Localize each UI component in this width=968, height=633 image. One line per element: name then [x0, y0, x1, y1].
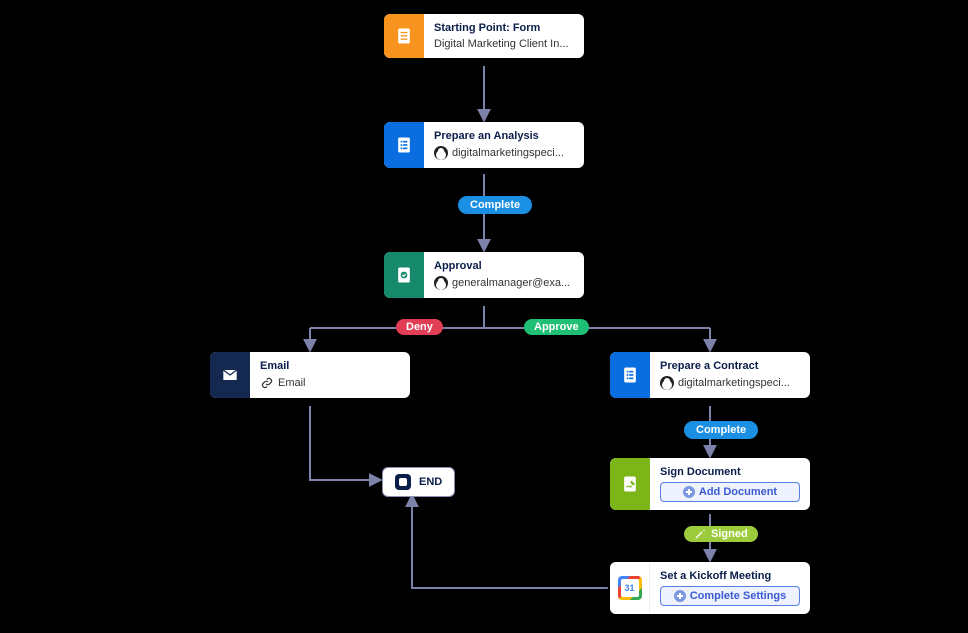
calendar-icon	[610, 562, 650, 614]
edge-label-complete: Complete	[458, 196, 532, 214]
node-title: Starting Point: Form	[434, 22, 574, 34]
approval-icon	[384, 252, 424, 298]
pill-text: Signed	[711, 528, 748, 540]
connectors-layer	[0, 0, 968, 633]
node-email[interactable]: Email Email	[210, 352, 410, 398]
node-approval[interactable]: Approval generalmanager@exa...	[384, 252, 584, 298]
node-title: Sign Document	[660, 466, 800, 478]
link-icon	[260, 376, 274, 390]
add-document-button[interactable]: Add Document	[660, 482, 800, 502]
node-kickoff-meeting[interactable]: Set a Kickoff Meeting Complete Settings	[610, 562, 810, 614]
edge-label-complete: Complete	[684, 421, 758, 439]
edge-label-approve: Approve	[524, 319, 589, 335]
stop-icon	[395, 474, 411, 490]
complete-settings-button[interactable]: Complete Settings	[660, 586, 800, 606]
node-prepare-contract[interactable]: Prepare a Contract digitalmarketingspeci…	[610, 352, 810, 398]
node-subtitle: Digital Marketing Client In...	[434, 38, 569, 50]
user-icon	[434, 146, 448, 160]
node-start-form[interactable]: Starting Point: Form Digital Marketing C…	[384, 14, 584, 58]
node-title: Prepare an Analysis	[434, 130, 574, 142]
user-icon	[660, 376, 674, 390]
node-title: Set a Kickoff Meeting	[660, 570, 800, 582]
node-title: Approval	[434, 260, 574, 272]
plus-icon	[683, 486, 695, 498]
assignee: digitalmarketingspeci...	[452, 147, 564, 159]
node-title: Prepare a Contract	[660, 360, 800, 372]
email-icon	[210, 352, 250, 398]
button-label: Add Document	[699, 486, 777, 498]
plus-icon	[674, 590, 686, 602]
pen-icon	[694, 528, 706, 540]
form-icon	[384, 14, 424, 58]
user-icon	[434, 276, 448, 290]
workflow-canvas[interactable]: Starting Point: Form Digital Marketing C…	[0, 0, 968, 633]
assignee: generalmanager@exa...	[452, 277, 570, 289]
node-prepare-analysis[interactable]: Prepare an Analysis digitalmarketingspec…	[384, 122, 584, 168]
edge-label-signed: Signed	[684, 526, 758, 542]
node-subtitle: Email	[278, 377, 306, 389]
sign-icon	[610, 458, 650, 510]
task-icon	[384, 122, 424, 168]
button-label: Complete Settings	[690, 590, 787, 602]
edge-label-deny: Deny	[396, 319, 443, 335]
node-title: Email	[260, 360, 400, 372]
task-icon	[610, 352, 650, 398]
assignee: digitalmarketingspeci...	[678, 377, 790, 389]
node-end[interactable]: END	[382, 467, 455, 497]
node-sign-document[interactable]: Sign Document Add Document	[610, 458, 810, 510]
end-label: END	[419, 476, 442, 488]
